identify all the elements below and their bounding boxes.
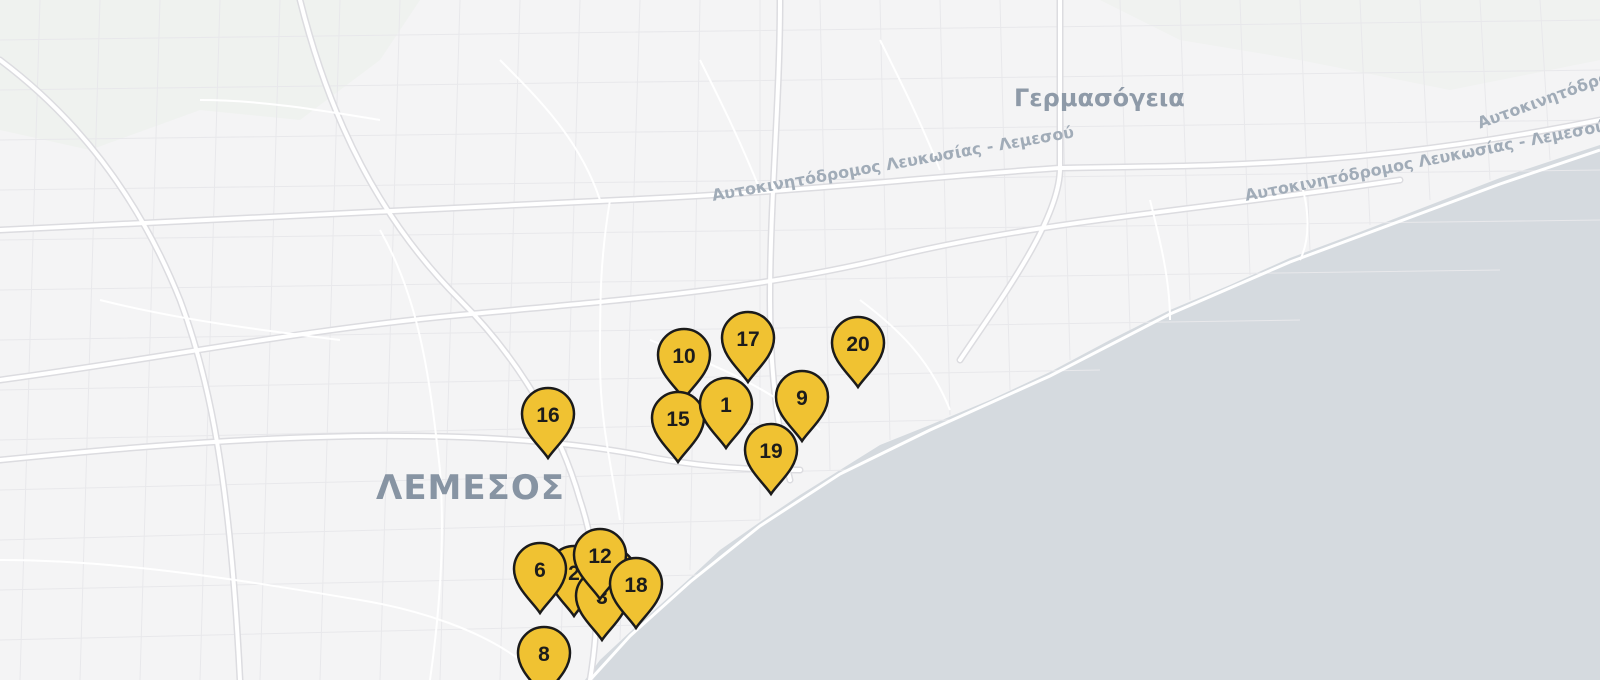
map-marker[interactable]: 20: [830, 315, 886, 390]
map-marker[interactable]: 6: [512, 541, 568, 616]
map-marker[interactable]: 18: [608, 556, 664, 631]
map-marker[interactable]: 17: [720, 310, 776, 385]
basemap: [0, 0, 1600, 680]
map-marker[interactable]: 16: [520, 386, 576, 461]
map-canvas[interactable]: Γερμασόγεια ΛΕΜΕΣΟΣ Αυτοκινητόδρομος Λευ…: [0, 0, 1600, 680]
map-marker[interactable]: 8: [516, 625, 572, 680]
map-marker[interactable]: 19: [743, 422, 799, 497]
map-pin-icon: [516, 625, 572, 680]
map-pin-icon: [512, 541, 568, 616]
town-label: Γερμασόγεια: [1014, 84, 1185, 112]
map-pin-icon: [608, 556, 664, 631]
map-pin-icon: [520, 386, 576, 461]
map-pin-icon: [743, 422, 799, 497]
map-pin-icon: [830, 315, 886, 390]
map-pin-icon: [720, 310, 776, 385]
city-label: ΛΕΜΕΣΟΣ: [376, 468, 565, 508]
